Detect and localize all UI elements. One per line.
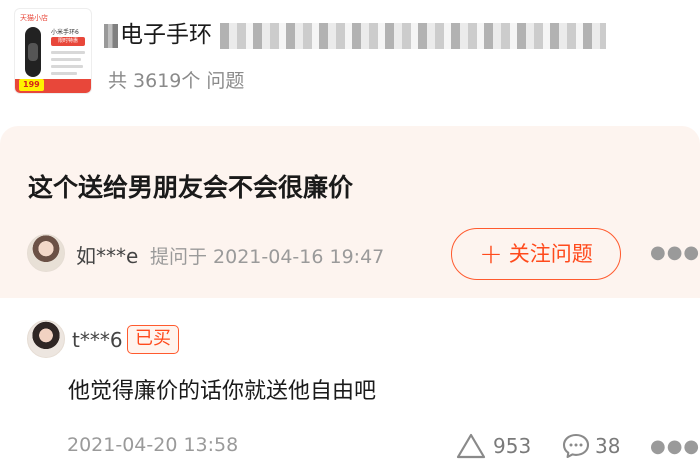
follow-question-label: 关注问题 (508, 242, 593, 266)
upvote-count: 953 (493, 434, 532, 458)
answerer-avatar[interactable] (27, 320, 65, 358)
asked-timestamp: 提问于 2021-04-16 19:47 (150, 246, 385, 268)
more-horizontal-icon[interactable]: ●●● (650, 436, 700, 457)
blurred-title-prefix (104, 23, 118, 48)
question-count: 共 3619个 问题 (108, 70, 245, 92)
answer-date: 2021-04-20 13:58 (67, 434, 239, 456)
asker-name: 如***e (76, 244, 139, 268)
plus-icon: + (479, 237, 503, 270)
thumbnail-tag: 限时特惠 (51, 37, 85, 46)
answer-text: 他觉得廉价的话你就送他自由吧 (68, 379, 377, 404)
thumbnail-price: 199 (19, 79, 44, 91)
product-header: 天猫小店 小米手环6 限时特惠 199 电子手环 共 3619个 问题 (0, 0, 700, 120)
comment-count: 38 (595, 434, 621, 458)
product-title[interactable]: 电子手环 (104, 18, 694, 52)
purchased-badge: 已买 (127, 325, 179, 354)
thumbnail-text-line (51, 51, 85, 54)
thumbnail-text-line (51, 58, 81, 61)
qa-screen: 天猫小店 小米手环6 限时特惠 199 电子手环 共 3619个 问题 这个送给… (0, 0, 700, 474)
more-horizontal-icon[interactable]: ●●● (650, 242, 700, 263)
product-thumbnail[interactable]: 天猫小店 小米手环6 限时特惠 199 (14, 8, 92, 94)
band-screen (28, 43, 38, 61)
thumbnail-brand: 天猫小店 (20, 14, 48, 22)
upvote-icon (456, 433, 486, 459)
asker-avatar[interactable] (27, 234, 65, 272)
question-text: 这个送给男朋友会不会很廉价 (28, 173, 354, 202)
answerer-name: t***6 (72, 328, 123, 352)
comment-icon (562, 433, 590, 459)
thumbnail-text-line (51, 72, 77, 75)
follow-question-button[interactable]: + 关注问题 (451, 228, 621, 280)
thumbnail-text-line (51, 65, 83, 68)
blurred-title-text (220, 22, 606, 49)
thumbnail-product-name: 小米手环6 (51, 29, 79, 36)
product-title-text: 电子手环 (120, 22, 212, 48)
